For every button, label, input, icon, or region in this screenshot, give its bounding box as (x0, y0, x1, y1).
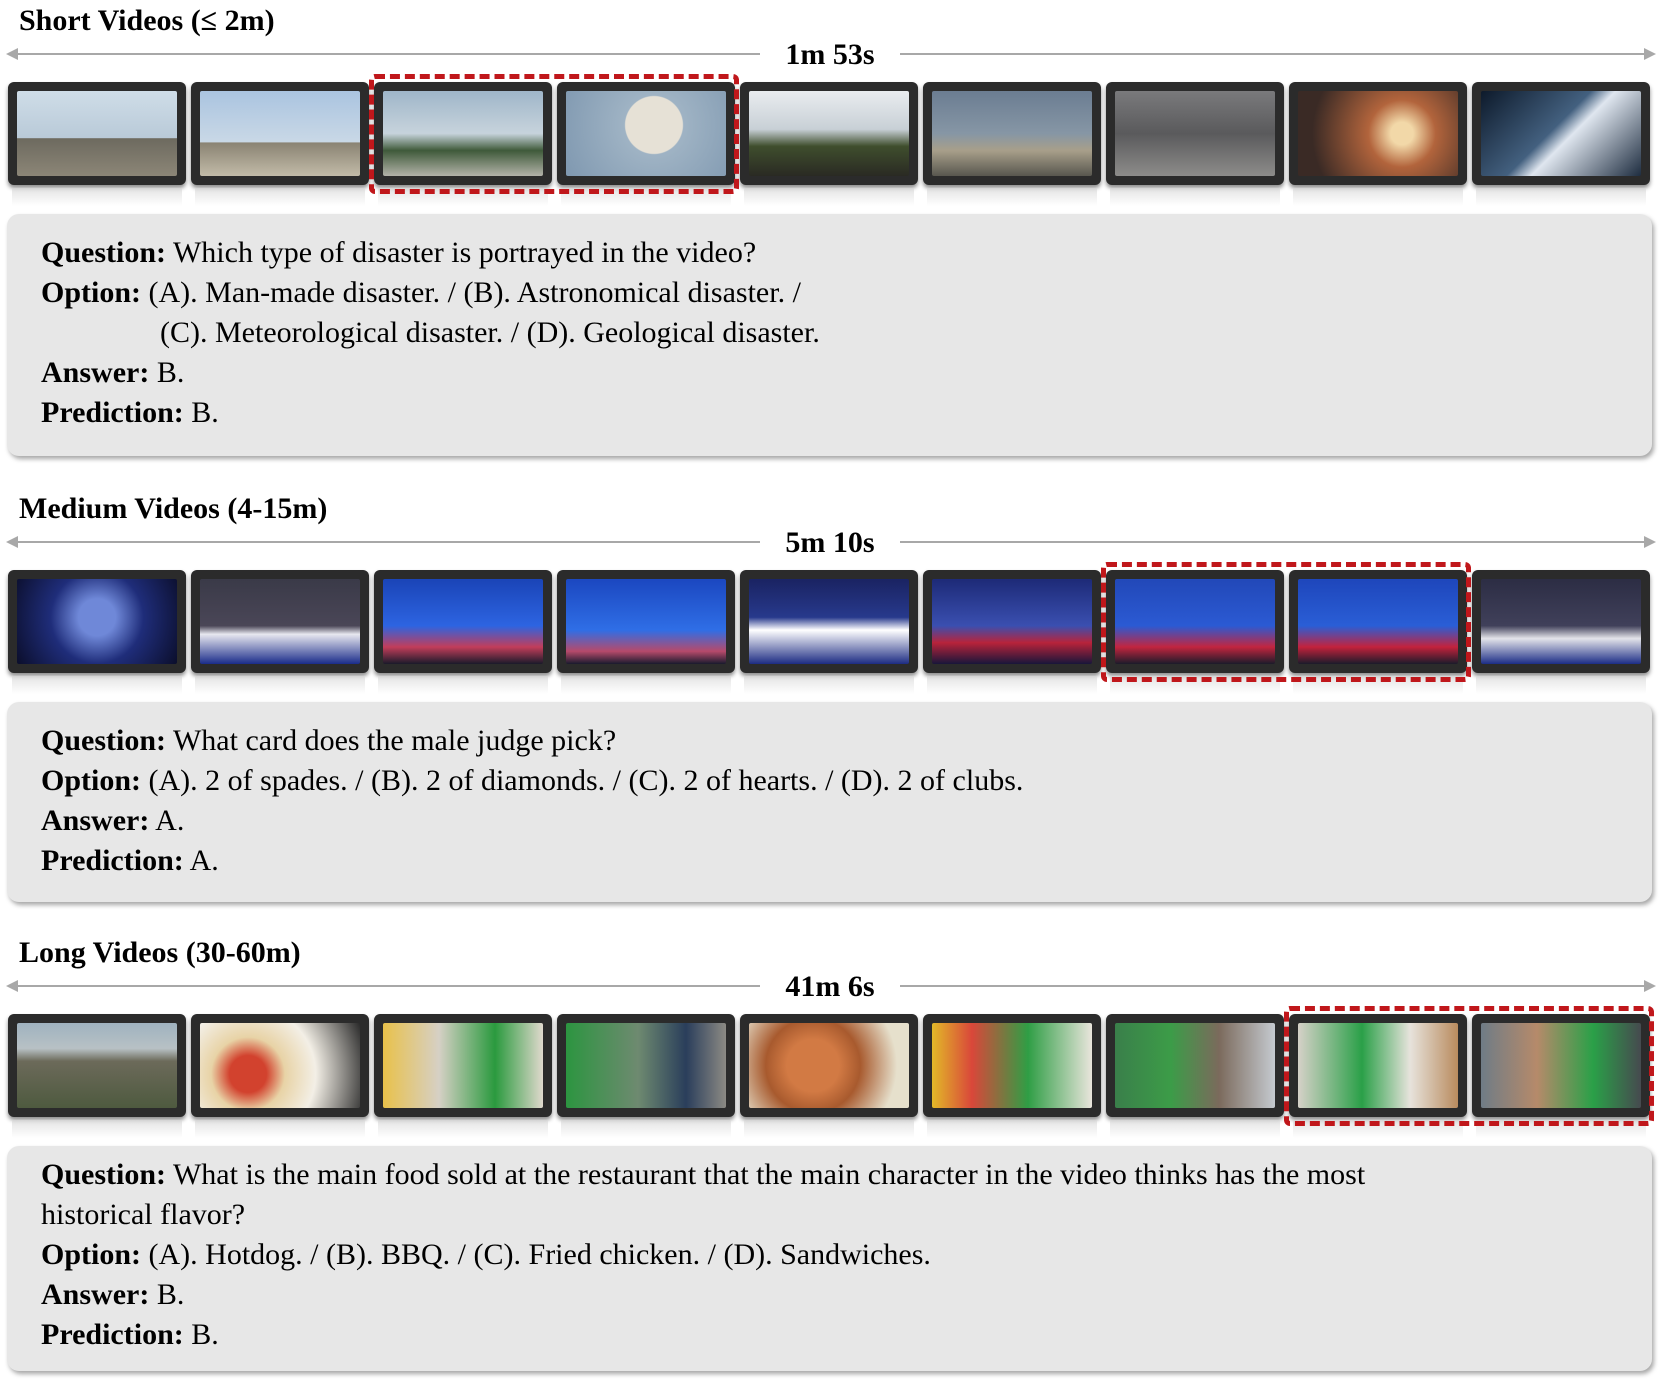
answer-line: Answer: B. (41, 1278, 184, 1312)
video-frame (8, 82, 186, 206)
video-frame (923, 570, 1101, 694)
question-line: Question: What card does the male judge … (41, 724, 616, 758)
video-frame (740, 1014, 918, 1138)
medium-videos-section: Medium Videos (4-15m) 5m 10s Question: W… (0, 492, 1661, 912)
video-frame (374, 570, 552, 694)
prediction-label: Prediction: (41, 844, 184, 877)
video-duration: 5m 10s (760, 526, 900, 560)
video-frame (740, 570, 918, 694)
key-frames-highlight (1284, 1006, 1654, 1126)
question-text: Which type of disaster is portrayed in t… (172, 236, 757, 269)
question-label: Question: (41, 724, 167, 757)
video-frame (8, 570, 186, 694)
video-frame (8, 1014, 186, 1138)
video-frame (1106, 1014, 1284, 1138)
answer-text: B. (156, 356, 185, 389)
video-duration: 41m 6s (760, 970, 900, 1004)
answer-label: Answer: (41, 1278, 150, 1311)
question-line: Question: What is the main food sold at … (41, 1158, 1365, 1192)
video-frame (191, 1014, 369, 1138)
prediction-label: Prediction: (41, 396, 184, 429)
section-title: Short Videos (≤ 2m) (19, 4, 275, 37)
video-frame (191, 570, 369, 694)
question-line: Question: Which type of disaster is port… (41, 236, 756, 270)
prediction-line: Prediction: A. (41, 844, 219, 878)
option-text: (A). Man-made disaster. / (B). Astronomi… (148, 276, 801, 309)
answer-line: Answer: B. (41, 356, 184, 390)
video-duration: 1m 53s (760, 38, 900, 72)
video-frame (557, 570, 735, 694)
section-title: Medium Videos (4-15m) (19, 492, 328, 525)
qa-box: Question: What is the main food sold at … (7, 1146, 1652, 1371)
answer-text: B. (156, 1278, 185, 1311)
question-label: Question: (41, 1158, 167, 1191)
prediction-text: B. (191, 396, 219, 429)
video-frame (1472, 82, 1650, 206)
video-frame (557, 1014, 735, 1138)
option-line: Option: (A). Hotdog. / (B). BBQ. / (C). … (41, 1238, 931, 1272)
option-line: Option: (A). Man-made disaster. / (B). A… (41, 276, 801, 310)
prediction-text: B. (191, 1318, 219, 1351)
prediction-label: Prediction: (41, 1318, 184, 1351)
option-label: Option: (41, 276, 142, 309)
option-text-continued: (C). Meteorological disaster. / (D). Geo… (160, 316, 820, 349)
answer-text: A. (155, 804, 185, 837)
option-line: Option: (A). 2 of spades. / (B). 2 of di… (41, 764, 1023, 798)
video-frame (374, 1014, 552, 1138)
short-videos-section: Short Videos (≤ 2m) 1m 53s Question: Whi… (0, 4, 1661, 456)
answer-line: Answer: A. (41, 804, 184, 838)
qa-box: Question: Which type of disaster is port… (7, 214, 1652, 456)
video-frame (923, 82, 1101, 206)
option-label: Option: (41, 764, 142, 797)
option-text: (A). 2 of spades. / (B). 2 of diamonds. … (148, 764, 1024, 797)
answer-label: Answer: (41, 804, 150, 837)
question-text-continued: historical flavor? (41, 1198, 246, 1231)
video-frame (191, 82, 369, 206)
option-text: (A). Hotdog. / (B). BBQ. / (C). Fried ch… (148, 1238, 931, 1271)
answer-label: Answer: (41, 356, 150, 389)
key-frames-highlight (369, 74, 739, 194)
video-frame (1472, 570, 1650, 694)
prediction-text: A. (189, 844, 219, 877)
qa-box: Question: What card does the male judge … (7, 702, 1652, 902)
prediction-line: Prediction: B. (41, 1318, 219, 1352)
long-videos-section: Long Videos (30-60m) 41m 6s Question: Wh… (0, 936, 1661, 1381)
video-frame (923, 1014, 1101, 1138)
key-frames-highlight (1101, 562, 1471, 682)
section-title: Long Videos (30-60m) (19, 936, 301, 969)
prediction-line: Prediction: B. (41, 396, 219, 430)
frame-strip (8, 82, 1658, 206)
video-frame (1289, 82, 1467, 206)
question-text: What card does the male judge pick? (172, 724, 617, 757)
video-frame (740, 82, 918, 206)
question-text: What is the main food sold at the restau… (172, 1158, 1366, 1191)
video-frame (1106, 82, 1284, 206)
question-label: Question: (41, 236, 167, 269)
option-label: Option: (41, 1238, 142, 1271)
